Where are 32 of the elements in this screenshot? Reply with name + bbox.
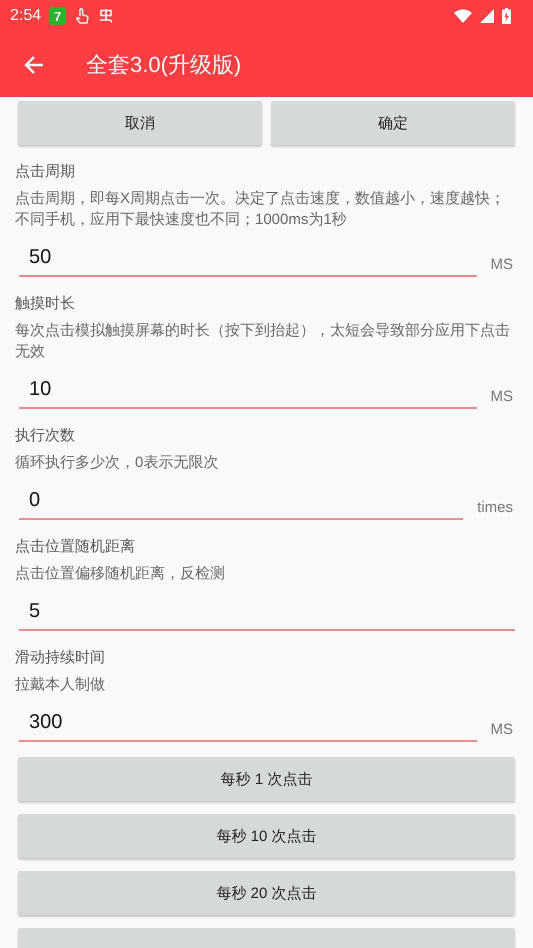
signal-icon [480, 9, 494, 23]
notification-badge: 7 [49, 7, 66, 25]
bug-icon [98, 8, 114, 24]
wifi-icon [454, 9, 472, 23]
battery-icon [502, 8, 511, 24]
input-field[interactable]: 0 [19, 485, 464, 520]
unit-label: MS [490, 256, 513, 273]
dialog-button[interactable]: 确定 [271, 101, 515, 145]
input-field[interactable]: 50 [19, 242, 476, 277]
unit-label: MS [490, 388, 513, 405]
input-field[interactable]: 10 [19, 374, 476, 409]
setting-description: 点击位置偏移随机距离，反检测 [15, 564, 226, 584]
back-arrow-icon[interactable] [24, 54, 44, 74]
input-field[interactable]: 300 [19, 707, 476, 742]
setting-description: 点击周期，即每X周期点击一次。决定了点击速度，数值越小，速度越快；不同手机，应用下最快速度也不同；1000ms为1秒 [15, 189, 506, 230]
setting-title: 点击周期 [15, 162, 76, 182]
setting-description: 拉戴本人制做 [15, 675, 106, 695]
preset-button[interactable]: 每秒 1 次点击 [18, 757, 515, 801]
setting-title: 触摸时长 [15, 294, 76, 314]
input-field[interactable]: 5 [19, 596, 515, 631]
dialog-button[interactable]: 取消 [18, 101, 262, 145]
unit-label: MS [490, 721, 513, 738]
unit-label: times [477, 499, 513, 516]
setting-title: 滑动持续时间 [15, 648, 106, 668]
setting-title: 点击位置随机距离 [15, 537, 136, 557]
setting-description: 循环执行多少次，0表示无限次 [15, 453, 220, 473]
preset-button[interactable]: 每秒 10 次点击 [18, 814, 515, 858]
setting-title: 执行次数 [15, 426, 76, 446]
setting-description: 每次点击模拟触摸屏幕的时长（按下到抬起），太短会导致部分应用下点击无效 [15, 321, 511, 362]
clock-time: 2:54 [10, 7, 42, 25]
screen-title: 全套3.0(升级版) [86, 50, 242, 78]
preset-button[interactable]: 每秒 20 次点击 [18, 871, 515, 915]
